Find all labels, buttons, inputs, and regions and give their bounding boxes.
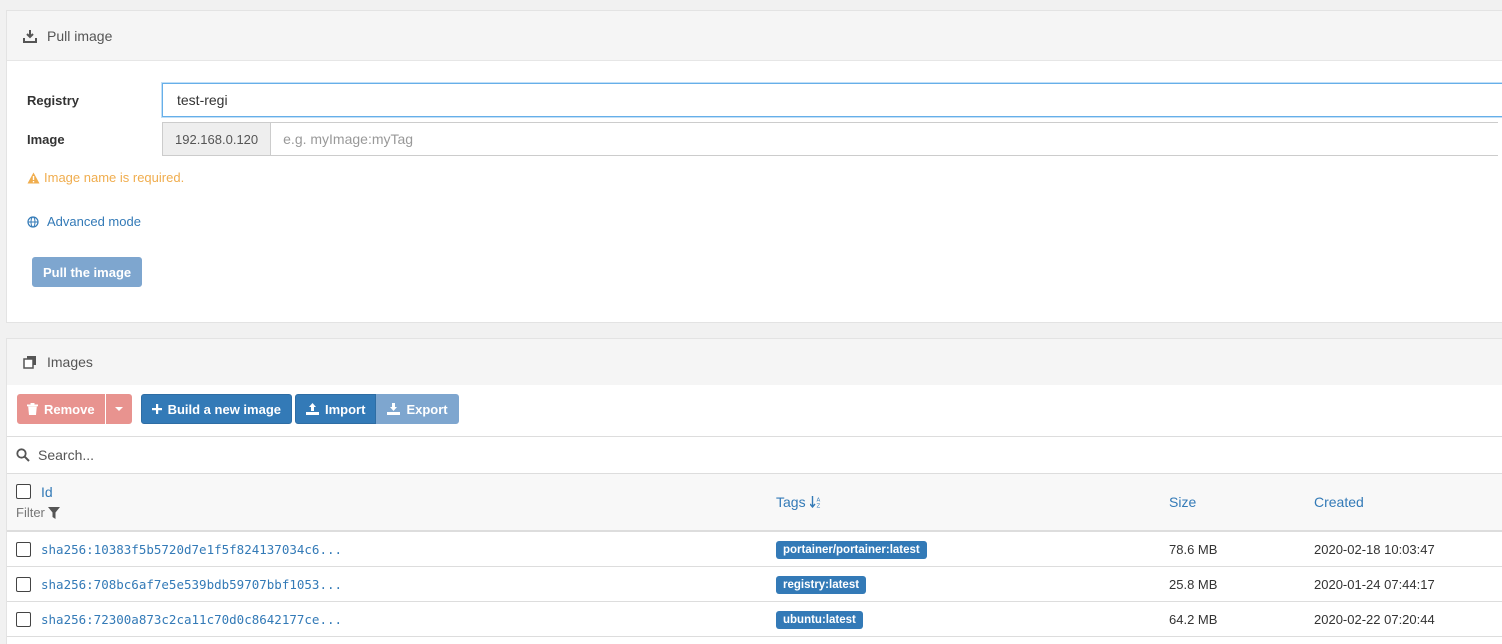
build-image-label: Build a new image — [167, 401, 281, 417]
import-button[interactable]: Import — [295, 394, 377, 424]
advanced-mode-link[interactable]: Advanced mode — [27, 214, 141, 229]
table-row: sha256:72300a873c2ca11c70d0c8642177ce...… — [7, 602, 1502, 637]
remove-dropdown-toggle[interactable] — [105, 394, 132, 424]
tag-badge: registry:latest — [776, 575, 867, 594]
table-header: Id Filter Tags AZ Size Created — [7, 474, 1502, 532]
image-row: Image 192.168.0.120 e.g. myImage:myTag — [27, 122, 1499, 156]
globe-icon — [27, 215, 39, 228]
images-header: Images — [7, 339, 1502, 385]
search-input[interactable]: Search... — [38, 447, 94, 463]
image-warning: Image name is required. — [27, 170, 184, 185]
column-id[interactable]: Id — [41, 484, 53, 500]
export-button[interactable]: Export — [376, 394, 459, 424]
registry-select[interactable]: test-regi — [162, 83, 1502, 117]
image-size: 64.2 MB — [1169, 612, 1218, 627]
filter-icon — [47, 506, 60, 519]
warning-icon — [27, 172, 40, 184]
pull-image-panel: Pull image Registry test-regi Image 192.… — [6, 10, 1502, 323]
remove-label: Remove — [44, 401, 95, 417]
pull-image-button[interactable]: Pull the image — [32, 257, 143, 287]
plus-icon — [151, 404, 162, 414]
row-checkbox[interactable] — [16, 612, 31, 627]
image-label: Image — [27, 131, 65, 147]
table-row: sha256:708bc6af7e5e539bdb59707bbf1053...… — [7, 567, 1502, 602]
remove-button[interactable]: Remove — [17, 394, 105, 424]
column-created[interactable]: Created — [1314, 494, 1364, 510]
svg-text:Z: Z — [816, 504, 820, 509]
registry-label: Registry — [27, 92, 80, 108]
search-icon — [16, 448, 30, 462]
column-size[interactable]: Size — [1169, 494, 1196, 510]
images-title: Images — [47, 354, 93, 370]
caret-down-icon — [114, 407, 123, 411]
build-image-button[interactable]: Build a new image — [140, 394, 292, 424]
column-tags-label: Tags — [776, 494, 806, 510]
image-size: 25.8 MB — [1169, 577, 1218, 592]
registry-url-addon: 192.168.0.120 — [162, 122, 272, 156]
image-created: 2020-02-18 10:03:47 — [1314, 542, 1435, 557]
images-toolbar: Remove Build a new image Import Export — [17, 394, 459, 424]
image-id-link[interactable]: sha256:72300a873c2ca11c70d0c8642177ce... — [41, 602, 342, 637]
image-id-link[interactable]: sha256:708bc6af7e5e539bdb59707bbf1053... — [41, 567, 342, 602]
tag-badge: ubuntu:latest — [776, 610, 863, 629]
image-created: 2020-01-24 07:44:17 — [1314, 577, 1435, 592]
download-icon — [387, 403, 401, 415]
search-bar[interactable]: Search... — [7, 436, 1502, 474]
warning-text: Image name is required. — [44, 170, 185, 185]
tag-badge: portainer/portainer:latest — [776, 540, 927, 559]
registry-row: Registry test-regi — [27, 83, 1502, 117]
row-checkbox[interactable] — [16, 542, 31, 557]
image-size: 78.6 MB — [1169, 542, 1218, 557]
export-label: Export — [406, 401, 448, 417]
advanced-mode-label: Advanced mode — [47, 214, 141, 229]
import-label: Import — [325, 401, 366, 417]
pull-image-header: Pull image — [7, 11, 1502, 61]
select-all-checkbox[interactable] — [16, 484, 31, 499]
table-row: sha256:10383f5b5720d7e1f5f824137034c6...… — [7, 532, 1502, 567]
pull-image-button-label: Pull the image — [43, 264, 132, 280]
download-icon — [21, 27, 39, 45]
image-id-link[interactable]: sha256:10383f5b5720d7e1f5f824137034c6... — [41, 532, 342, 567]
id-filter[interactable]: Filter — [16, 505, 60, 520]
registry-value: test-regi — [177, 92, 228, 108]
image-created: 2020-02-22 07:20:44 — [1314, 612, 1435, 627]
filter-label: Filter — [16, 505, 45, 520]
sort-alpha-icon: AZ — [809, 496, 822, 509]
pull-image-title: Pull image — [47, 27, 113, 44]
images-panel: Images Remove Build a new image Import E… — [6, 338, 1502, 644]
image-input[interactable]: e.g. myImage:myTag — [271, 122, 1499, 156]
upload-icon — [306, 403, 319, 415]
clone-icon — [21, 353, 39, 371]
column-tags[interactable]: Tags AZ — [776, 494, 822, 510]
trash-icon — [27, 403, 38, 415]
image-input-placeholder: e.g. myImage:myTag — [283, 131, 414, 147]
images-table: Id Filter Tags AZ Size Created sha256:10… — [7, 474, 1502, 637]
row-checkbox[interactable] — [16, 577, 31, 592]
